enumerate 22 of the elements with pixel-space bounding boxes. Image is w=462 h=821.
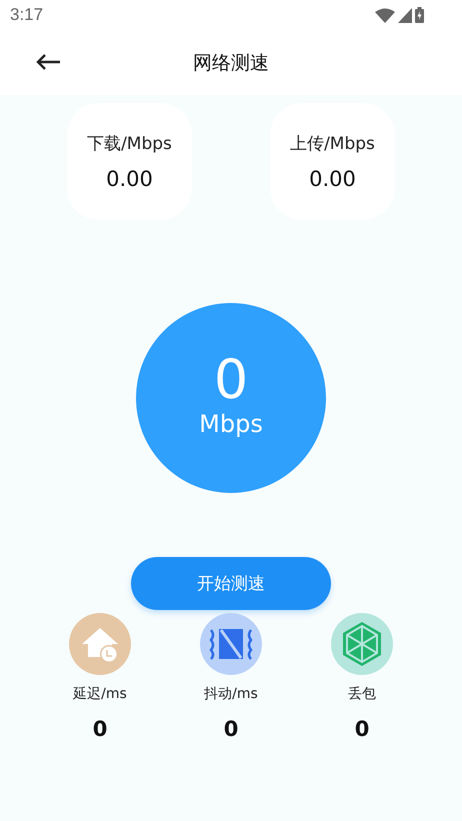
stat-value: 0 bbox=[354, 717, 370, 741]
card-value: 0.00 bbox=[309, 167, 356, 191]
stat-label: 延迟/ms bbox=[73, 685, 127, 703]
package-cube-icon bbox=[331, 613, 393, 675]
card-label: 下载/Mbps bbox=[87, 133, 172, 155]
stat-label: 抖动/ms bbox=[204, 685, 258, 703]
battery-icon bbox=[415, 7, 424, 23]
stat-value: 0 bbox=[224, 717, 238, 741]
start-test-button[interactable]: 开始测速 bbox=[131, 557, 331, 610]
status-time: 3:17 bbox=[10, 5, 44, 25]
house-clock-icon bbox=[69, 613, 131, 675]
card-label: 上传/Mbps bbox=[290, 133, 375, 155]
speed-unit: Mbps bbox=[199, 410, 263, 438]
card-value: 0.00 bbox=[106, 167, 153, 191]
speed-value: 0 bbox=[214, 350, 248, 410]
signal-icon bbox=[398, 8, 412, 22]
wifi-icon bbox=[375, 8, 395, 22]
page-title: 网络测速 bbox=[193, 50, 269, 76]
stat-label: 丢包 bbox=[348, 685, 376, 703]
stat-value: 0 bbox=[92, 717, 108, 741]
back-arrow-icon bbox=[35, 53, 61, 71]
vibration-icon bbox=[200, 613, 262, 675]
